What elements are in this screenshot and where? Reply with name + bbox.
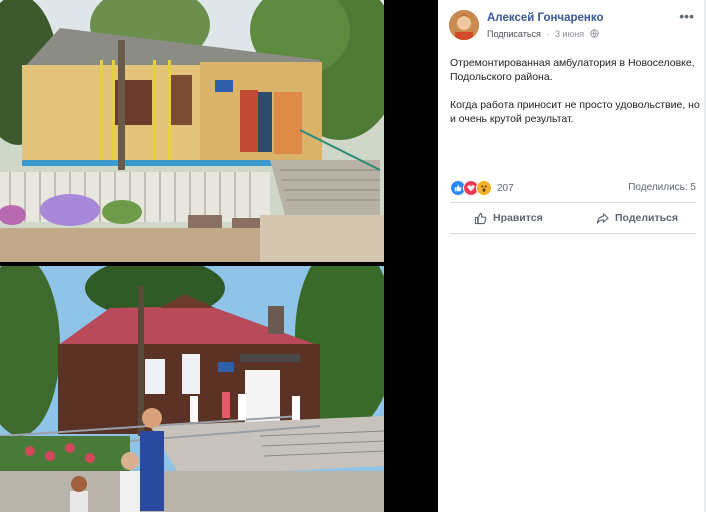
shares-count-link[interactable]: Поделились: 5 xyxy=(628,182,696,193)
share-button[interactable]: Поделиться xyxy=(596,207,678,229)
globe-icon xyxy=(589,29,599,40)
author-name-link[interactable]: Алексей Гончаренко xyxy=(487,12,604,24)
like-button[interactable]: Нравится xyxy=(474,207,543,229)
post-text-paragraph: Отремонтированная амбулатория в Новосело… xyxy=(450,57,695,83)
share-arrow-icon xyxy=(596,212,609,224)
photo-after-renovation[interactable] xyxy=(0,266,384,512)
before-photo-image xyxy=(0,0,384,262)
post-date-link[interactable]: 3 июня xyxy=(555,29,584,39)
reaction-count: 207 xyxy=(497,182,514,194)
avatar-image xyxy=(449,10,479,40)
author-avatar[interactable] xyxy=(449,10,479,40)
post-text-paragraph: Когда работа приносит не просто удовольс… xyxy=(450,99,700,125)
reactions-summary[interactable]: 207 xyxy=(450,180,514,196)
follow-button[interactable]: Подписаться xyxy=(487,29,541,39)
like-button-label: Нравится xyxy=(493,212,543,224)
post-media[interactable] xyxy=(0,0,438,512)
thumbs-up-icon xyxy=(474,212,487,224)
after-photo-image xyxy=(0,266,384,512)
more-options-icon[interactable]: ••• xyxy=(679,9,694,23)
photo-before-renovation[interactable] xyxy=(0,0,384,262)
meta-separator: · xyxy=(546,29,550,39)
divider xyxy=(450,233,696,234)
post-details-panel: Алексей Гончаренко Подписаться · 3 июня … xyxy=(438,0,706,512)
post-text: Отремонтированная амбулатория в Новосело… xyxy=(450,56,702,140)
post-meta: Подписаться · 3 июня xyxy=(487,29,599,40)
divider xyxy=(450,202,696,203)
share-button-label: Поделиться xyxy=(615,212,679,224)
wow-reaction-icon xyxy=(476,180,492,196)
